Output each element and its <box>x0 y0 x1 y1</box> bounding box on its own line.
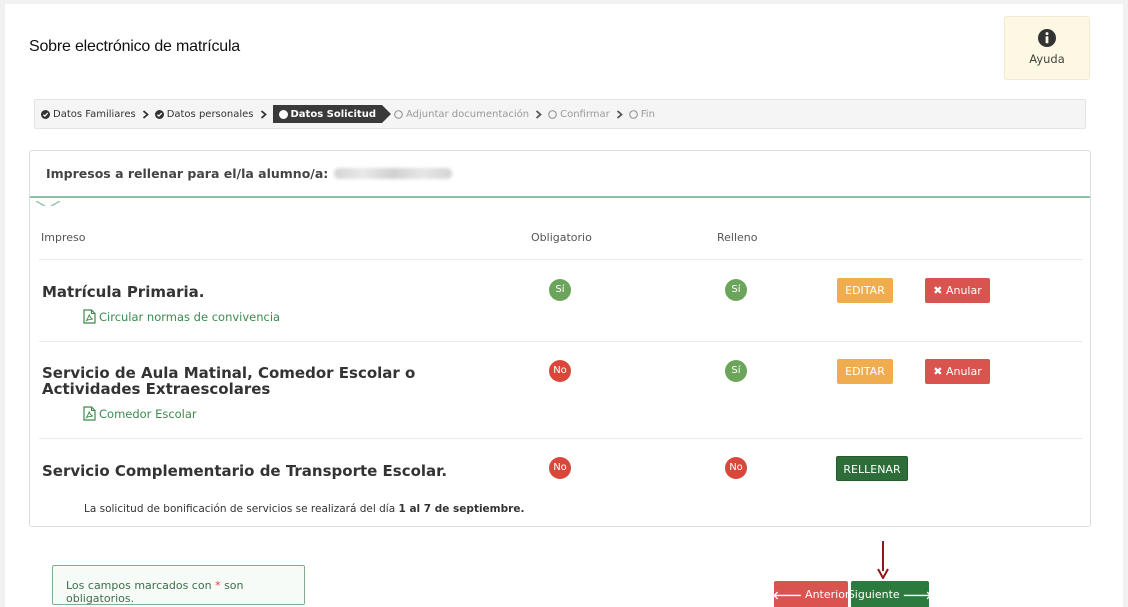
next-label: Siguiente <box>847 588 900 601</box>
pdf-file-icon <box>83 309 96 324</box>
x-icon: ✖ <box>933 365 943 378</box>
step-datos-personales[interactable]: Datos personales <box>154 108 254 120</box>
chevron-right-icon <box>616 109 623 119</box>
arrow-left-icon: 🡐 <box>772 588 803 602</box>
relleno-badge: Sí <box>725 279 747 301</box>
arrow-down-icon <box>877 541 889 579</box>
previous-label: Anterior <box>805 588 850 601</box>
step-datos-familiares[interactable]: Datos Familiares <box>41 109 136 120</box>
relleno-badge: Sí <box>725 360 747 382</box>
previous-button[interactable]: 🡐 Anterior <box>772 581 850 607</box>
page-container: Sobre electrónico de matrícula Ayuda Dat… <box>5 4 1123 607</box>
edit-button[interactable]: EDITAR <box>837 359 893 384</box>
cancel-button[interactable]: ✖ Anular <box>925 359 990 384</box>
step-fin[interactable]: Fin <box>628 108 655 120</box>
step-label: Datos Familiares <box>53 108 136 120</box>
doc-link-label: Comedor Escolar <box>99 406 197 421</box>
help-button[interactable]: Ayuda <box>1004 16 1090 80</box>
doc-link-circular[interactable]: Circular normas de convivencia <box>83 309 280 324</box>
circle-outline-icon <box>628 109 638 119</box>
step-datos-solicitud[interactable]: Datos Solicitud <box>272 105 392 123</box>
form-title-transporte: Servicio Complementario de Transporte Es… <box>42 462 448 480</box>
form-title-matricula: Matrícula Primaria. <box>42 283 205 301</box>
check-circle-icon <box>154 109 164 119</box>
chevron-right-icon <box>142 109 149 119</box>
required-prefix: Los campos marcados con <box>66 579 212 592</box>
step-label: Confirmar <box>560 108 610 120</box>
circle-filled-icon <box>278 109 288 119</box>
column-header-impreso: Impreso <box>41 231 86 244</box>
wizard-steps: Datos Familiares Datos personales Datos … <box>34 99 1086 129</box>
pdf-file-icon <box>83 406 96 421</box>
forms-panel: Impresos a rellenar para el/la alumno/a:… <box>29 150 1091 527</box>
bonus-note: La solicitud de bonificación de servicio… <box>84 503 524 515</box>
obligatorio-badge: No <box>549 360 571 382</box>
x-icon: ✖ <box>933 284 943 297</box>
step-label: Datos Solicitud <box>290 108 376 120</box>
next-button[interactable]: Siguiente 🡒 <box>847 581 932 607</box>
header-notch <box>36 196 60 206</box>
relleno-badge: No <box>725 457 747 479</box>
obligatorio-badge: No <box>549 457 571 479</box>
step-label: Datos personales <box>166 108 254 120</box>
step-label: Fin <box>640 108 655 120</box>
form-title-aula-matinal: Servicio de Aula Matinal, Comedor Escola… <box>42 364 416 398</box>
step-confirmar[interactable]: Confirmar <box>548 109 610 120</box>
doc-link-label: Circular normas de convivencia <box>99 309 281 324</box>
required-star: * <box>215 579 221 592</box>
chevron-right-icon <box>535 109 542 119</box>
panel-header: Impresos a rellenar para el/la alumno/a: <box>30 151 1090 198</box>
panel-heading: Impresos a rellenar para el/la alumno/a: <box>46 166 453 181</box>
obligatorio-badge: Sí <box>549 279 571 301</box>
doc-link-comedor[interactable]: Comedor Escolar <box>83 406 197 421</box>
fill-button[interactable]: RELLENAR <box>836 456 908 481</box>
step-label: Adjuntar documentación <box>405 108 530 120</box>
required-fields-notice: Los campos marcados con * son obligatori… <box>52 565 305 605</box>
panel-heading-text: Impresos a rellenar para el/la alumno/a: <box>46 166 329 181</box>
cancel-button[interactable]: ✖ Anular <box>925 278 990 303</box>
row-divider <box>39 341 1082 342</box>
row-divider <box>39 438 1082 439</box>
cancel-label: Anular <box>945 284 982 297</box>
check-circle-icon <box>41 109 50 119</box>
chevron-right-icon <box>260 109 267 119</box>
info-circle-icon <box>1038 29 1056 47</box>
bonus-note-text: La solicitud de bonificación de servicio… <box>84 503 396 515</box>
edit-button[interactable]: EDITAR <box>837 278 893 303</box>
cancel-label: Anular <box>945 365 982 378</box>
circle-outline-icon <box>394 109 403 119</box>
student-name-redacted <box>334 168 453 179</box>
step-adjuntar-documentacion[interactable]: Adjuntar documentación <box>394 109 529 120</box>
arrow-right-icon: 🡒 <box>902 588 933 602</box>
column-header-obligatorio: Obligatorio <box>531 231 592 244</box>
page-title: Sobre electrónico de matrícula <box>29 38 241 55</box>
circle-outline-icon <box>548 109 557 119</box>
column-header-relleno: Relleno <box>717 231 758 244</box>
help-label: Ayuda <box>1029 52 1065 66</box>
row-divider <box>39 259 1082 260</box>
bonus-note-dates: 1 al 7 de septiembre. <box>398 503 525 515</box>
